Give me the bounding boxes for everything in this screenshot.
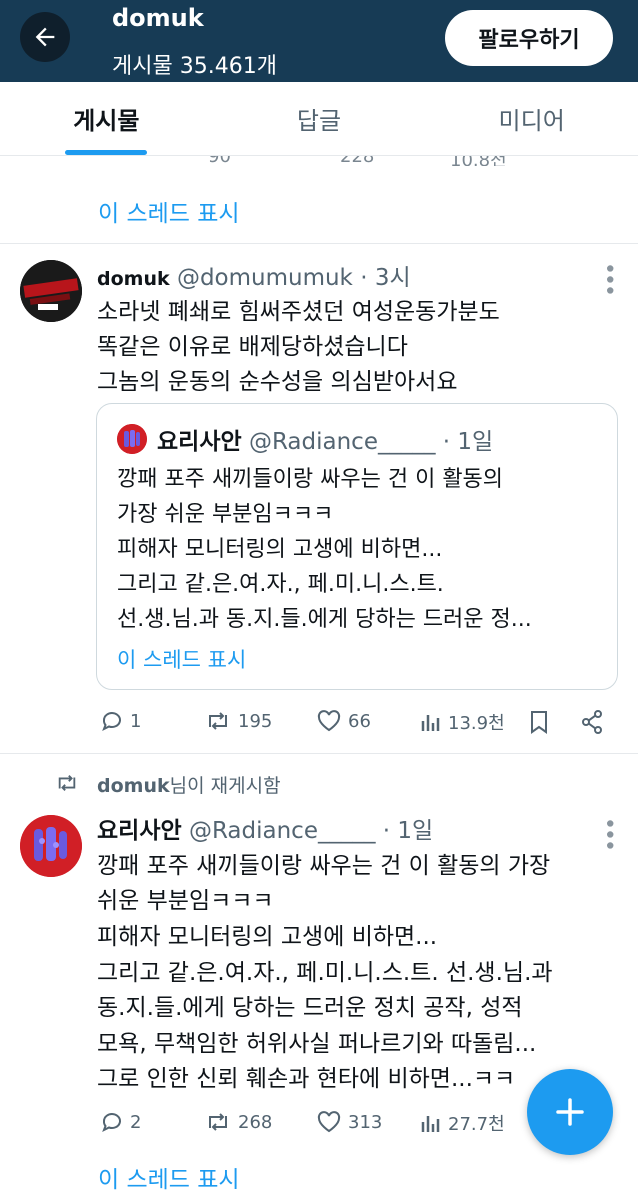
- view-count: 13.9천: [448, 713, 505, 734]
- bookmark-button[interactable]: [528, 709, 550, 735]
- tweet-text-line: 동.지.들.에게 당하는 드러운 정치 공작, 성적: [97, 995, 523, 1021]
- tab-replies[interactable]: 답글: [213, 82, 426, 155]
- tweet-text-line: 소라넷 폐쇄로 힘써주셨던 여성운동가분도: [97, 299, 500, 325]
- quote-text-line: 선.생.님.과 동.지.들.에게 당하는 드러운 정...: [117, 607, 532, 632]
- compose-plus-icon: [556, 1098, 584, 1126]
- timestamp[interactable]: 1일: [397, 818, 433, 844]
- quote-text-line: 깡패 포주 새끼들이랑 싸우는 건 이 활동의: [117, 467, 504, 492]
- avatar-image: [20, 260, 82, 322]
- quote-text-line: 피해자 모니터링의 고생에 비하면...: [117, 537, 443, 562]
- retweet-button[interactable]: 195: [204, 709, 272, 733]
- retweet-icon: [58, 775, 76, 791]
- share-button[interactable]: [580, 709, 604, 735]
- quote-avatar: [117, 424, 147, 454]
- retweet-count: 268: [238, 1111, 273, 1133]
- view-count: 27.7천: [448, 1114, 505, 1135]
- retweet-icon: [209, 712, 227, 730]
- tab-posts[interactable]: 게시물: [0, 82, 213, 155]
- separator: ·: [382, 818, 391, 844]
- profile-tabs: 게시물 답글 미디어: [0, 82, 638, 156]
- quote-text-line: 가장 쉬운 부분임ㅋㅋㅋ: [117, 502, 334, 527]
- back-button[interactable]: [20, 12, 70, 62]
- tweet-text-line: 모욕, 무책임한 허위사실 퍼나르기와 따돌림...: [97, 1031, 537, 1057]
- quote-timestamp: 1일: [457, 429, 494, 455]
- separator: ·: [442, 429, 451, 455]
- reply-count: 1: [130, 710, 142, 732]
- tab-replies-label: 답글: [296, 107, 342, 135]
- quoted-tweet-card[interactable]: 요리사안 @Radiance_____ · 1일 깡패 포주 새끼들이랑 싸우는…: [96, 403, 618, 690]
- show-thread-link[interactable]: 이 스레드 표시: [98, 1160, 240, 1194]
- like-icon: [317, 710, 341, 732]
- reply-count: 2: [130, 1111, 142, 1133]
- tweet-text-line: 그로 인한 신뢰 훼손과 현타에 비하면...ㅋㅋ: [97, 1066, 516, 1092]
- quote-text-line: 그리고 같.은.여.자., 페.미.니.스.트.: [117, 572, 444, 597]
- back-arrow-icon: [35, 27, 55, 47]
- bookmark-icon: [531, 711, 547, 734]
- views-icon: [421, 1116, 440, 1132]
- quote-handle: @Radiance_____: [248, 429, 436, 455]
- quote-display-name: 요리사안: [157, 429, 242, 455]
- reply-icon: [102, 1113, 121, 1133]
- views-button[interactable]: 13.9천: [420, 709, 505, 735]
- tab-media-label: 미디어: [498, 107, 565, 135]
- divider: [0, 243, 638, 244]
- views-icon: [421, 715, 440, 731]
- tweet-meta: domuk @domumumuk · 3시: [97, 258, 411, 292]
- quote-avatar-image: [117, 424, 147, 454]
- like-button[interactable]: 313: [316, 1110, 382, 1134]
- retweet-indicator: [54, 772, 80, 798]
- tweet-text-line: 쉬운 부분임ㅋㅋㅋ: [97, 888, 274, 914]
- like-count: 313: [348, 1111, 383, 1133]
- divider: [0, 753, 638, 754]
- more-icon[interactable]: •••: [596, 817, 621, 850]
- share-icon: [582, 710, 602, 734]
- retweet-suffix: 님이 재게시함: [169, 775, 281, 797]
- retweeter-name[interactable]: domuk: [97, 775, 170, 797]
- like-icon: [317, 1111, 341, 1133]
- timestamp[interactable]: 3시: [375, 265, 411, 291]
- views-button[interactable]: 27.7천: [420, 1110, 505, 1136]
- handle[interactable]: @Radiance_____: [189, 818, 376, 844]
- follow-button[interactable]: 팔로우하기: [445, 10, 613, 66]
- reply-button[interactable]: 2: [100, 1110, 141, 1134]
- tweet-text-line: 피해자 모니터링의 고생에 비하면...: [97, 924, 438, 950]
- quote-meta: 요리사안 @Radiance_____ · 1일: [157, 422, 493, 456]
- tab-media[interactable]: 미디어: [425, 82, 638, 155]
- avatar[interactable]: [20, 260, 82, 322]
- tweet-text-line: 깡패 포주 새끼들이랑 싸우는 건 이 활동의 가장: [97, 853, 551, 879]
- retweet-count: 195: [238, 710, 273, 732]
- quote-show-thread-link[interactable]: 이 스레드 표시: [117, 644, 246, 674]
- display-name[interactable]: domuk: [97, 268, 170, 290]
- handle[interactable]: @domumumuk: [177, 265, 353, 291]
- display-name[interactable]: 요리사안: [97, 818, 182, 844]
- compose-button[interactable]: [527, 1069, 613, 1155]
- retweet-icon: [209, 1113, 227, 1131]
- reply-button[interactable]: 1: [100, 709, 141, 733]
- tab-posts-label: 게시물: [73, 107, 140, 135]
- tweet-text-line: 똑같은 이유로 배제당하셨습니다: [97, 334, 408, 360]
- separator: ·: [360, 265, 368, 291]
- header-post-count: 게시물 35.461개: [112, 54, 277, 79]
- header-username: domuk: [112, 4, 204, 32]
- like-button[interactable]: 66: [316, 709, 371, 733]
- tweet-text-line: 그놈의 운동의 순수성을 의심받아서요: [97, 369, 458, 395]
- show-thread-link[interactable]: 이 스레드 표시: [98, 194, 240, 228]
- profile-header: domuk 게시물 35.461개 팔로우하기: [0, 0, 638, 82]
- tweet-meta: 요리사안 @Radiance_____ · 1일: [97, 811, 433, 845]
- active-tab-indicator: [65, 150, 148, 155]
- reply-icon: [102, 712, 121, 732]
- avatar[interactable]: [20, 815, 82, 877]
- avatar-image: [20, 815, 82, 877]
- more-icon[interactable]: •••: [596, 262, 621, 295]
- retweet-button[interactable]: 268: [204, 1110, 272, 1134]
- like-count: 66: [348, 710, 371, 732]
- retweet-context: domuk님이 재게시함: [97, 771, 281, 798]
- tweet-text-line: 그리고 같.은.여.자., 페.미.니.스.트. 선.생.님.과: [97, 960, 553, 986]
